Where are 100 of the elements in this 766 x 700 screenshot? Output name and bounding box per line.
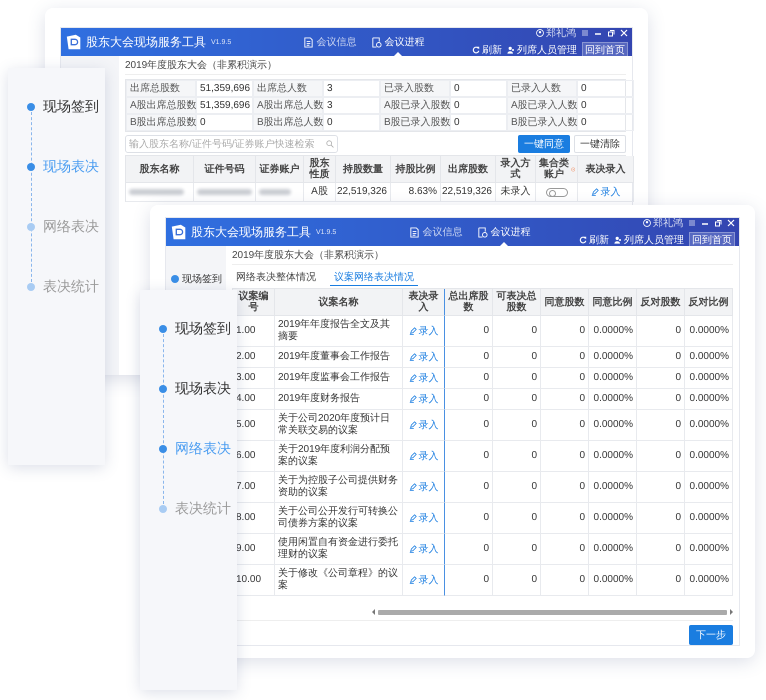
stat-label: A股已录入人数: [507, 97, 577, 114]
nav-tab[interactable]: 会议信息: [408, 218, 462, 246]
scroll-right-icon[interactable]: [729, 609, 733, 615]
document-clock-icon: [476, 226, 488, 238]
table-cell: 0.0000%: [589, 389, 637, 410]
entry-link[interactable]: 录入: [590, 185, 620, 199]
step-dot: [27, 103, 35, 111]
table-cell: 0.0000%: [685, 441, 733, 472]
table-cell: 0.0000%: [589, 316, 637, 347]
table-cell: 0: [493, 565, 541, 596]
stat-value: 0: [323, 114, 380, 131]
table-cell: 0: [637, 534, 685, 565]
stat-value: 0: [450, 80, 507, 97]
action-button[interactable]: 一键清除: [574, 135, 626, 153]
table-cell: 0: [637, 347, 685, 368]
user-menu[interactable]: 郑礼鸿: [536, 26, 576, 40]
sub-tab[interactable]: 网络表决整体情况: [232, 269, 320, 286]
column-header: 议案名称: [275, 289, 403, 316]
stat-label: 已录入人数: [507, 80, 577, 97]
stat-label: A股出席总人数: [253, 97, 323, 114]
table-cell: 0: [541, 316, 589, 347]
attendees-button[interactable]: 列席人员管理: [614, 233, 684, 247]
entry-link[interactable]: 录入: [408, 542, 438, 556]
table-cell: 2019年年度报告全文及其摘要: [275, 316, 403, 347]
meeting-title: 2019年度股东大会（非累积演示）: [232, 246, 733, 265]
step-item[interactable]: 现场表决: [8, 157, 105, 177]
entry-link[interactable]: 录入: [408, 480, 438, 494]
table-cell: 0.0000%: [685, 347, 733, 368]
column-header: 表决录入: [578, 156, 634, 183]
column-header: 集合类账户: [538, 158, 570, 180]
table-cell: 0: [445, 565, 493, 596]
close-icon[interactable]: [620, 29, 628, 37]
entry-link[interactable]: 录入: [408, 371, 438, 385]
column-header: 股东名称: [126, 156, 194, 183]
search-icon: [326, 140, 334, 148]
entry-link[interactable]: 录入: [408, 573, 438, 587]
stat-label: A股已录入股数: [380, 97, 450, 114]
stat-value: 3: [323, 80, 380, 97]
sub-tab[interactable]: 议案网络表决情况: [330, 269, 418, 286]
stat-label: B股已录入股数: [380, 114, 450, 131]
entry-link[interactable]: 录入: [408, 392, 438, 406]
table-cell: 0: [493, 472, 541, 503]
maximize-icon[interactable]: [607, 29, 615, 37]
scroll-left-icon[interactable]: [372, 609, 376, 615]
home-button[interactable]: 回到首页: [582, 42, 628, 58]
step-dot: [27, 163, 35, 171]
step-item[interactable]: 网络表决: [8, 217, 105, 237]
table-cell: 0.0000%: [685, 565, 733, 596]
table-cell: A股: [304, 183, 336, 202]
refresh-button[interactable]: 刷新: [472, 43, 502, 57]
home-button[interactable]: 回到首页: [689, 232, 735, 248]
refresh-icon: [472, 46, 480, 54]
menu-icon[interactable]: [688, 219, 696, 227]
attendees-button[interactable]: 列席人员管理: [507, 43, 577, 57]
table-cell: 0.0000%: [685, 534, 733, 565]
table-cell: 0.0000%: [589, 472, 637, 503]
entry-link[interactable]: 录入: [408, 449, 438, 463]
entry-link[interactable]: 录入: [408, 511, 438, 525]
step-item[interactable]: 表决统计: [8, 277, 105, 297]
step-dot: [159, 385, 167, 393]
table-cell: 0.0000%: [685, 316, 733, 347]
edit-icon: [408, 452, 416, 460]
table-cell: 0: [445, 441, 493, 472]
entry-link[interactable]: 录入: [408, 350, 438, 364]
column-header: 同意比例: [589, 289, 637, 316]
table-cell: 0: [445, 534, 493, 565]
edit-icon: [408, 374, 416, 382]
people-icon: [507, 46, 515, 54]
table-cell: 0.0000%: [685, 410, 733, 441]
nav-tab[interactable]: 会议进程: [370, 28, 424, 56]
toggle-switch[interactable]: [546, 188, 568, 196]
entry-link[interactable]: 录入: [408, 418, 438, 432]
nav-tab[interactable]: 会议进程: [476, 218, 530, 246]
user-menu[interactable]: 郑礼鸿: [643, 216, 683, 230]
next-button[interactable]: 下一步: [689, 625, 733, 645]
column-header: 可表决总股数: [493, 289, 541, 316]
scrollbar-thumb[interactable]: [378, 610, 727, 614]
edit-icon: [408, 353, 416, 361]
close-icon[interactable]: [727, 219, 735, 227]
document-icon: [302, 36, 314, 48]
refresh-button[interactable]: 刷新: [579, 233, 609, 247]
table-cell: 关于修改《公司章程》的议案: [275, 565, 403, 596]
app-title: 股东大会现场服务工具: [86, 34, 206, 50]
stat-value: 3: [323, 97, 380, 114]
sidebar-item[interactable]: 现场签到: [166, 272, 226, 286]
table-cell: 0.0000%: [589, 347, 637, 368]
table-cell: 0: [493, 534, 541, 565]
maximize-icon[interactable]: [714, 219, 722, 227]
table-cell: 0: [637, 503, 685, 534]
action-button[interactable]: 一键同意: [518, 135, 570, 153]
step-item[interactable]: 现场签到: [8, 97, 105, 117]
table-cell: 关于公司公开发行可转换公司债券方案的议案: [275, 503, 403, 534]
table-cell: 0: [493, 503, 541, 534]
stat-value: 51,359,696: [196, 80, 253, 97]
nav-tab[interactable]: 会议信息: [302, 28, 356, 56]
table-cell: 22,519,326: [336, 183, 391, 202]
menu-icon[interactable]: [581, 29, 589, 37]
table-cell: 0: [637, 316, 685, 347]
entry-link[interactable]: 录入: [408, 324, 438, 338]
step-dot: [159, 505, 167, 513]
